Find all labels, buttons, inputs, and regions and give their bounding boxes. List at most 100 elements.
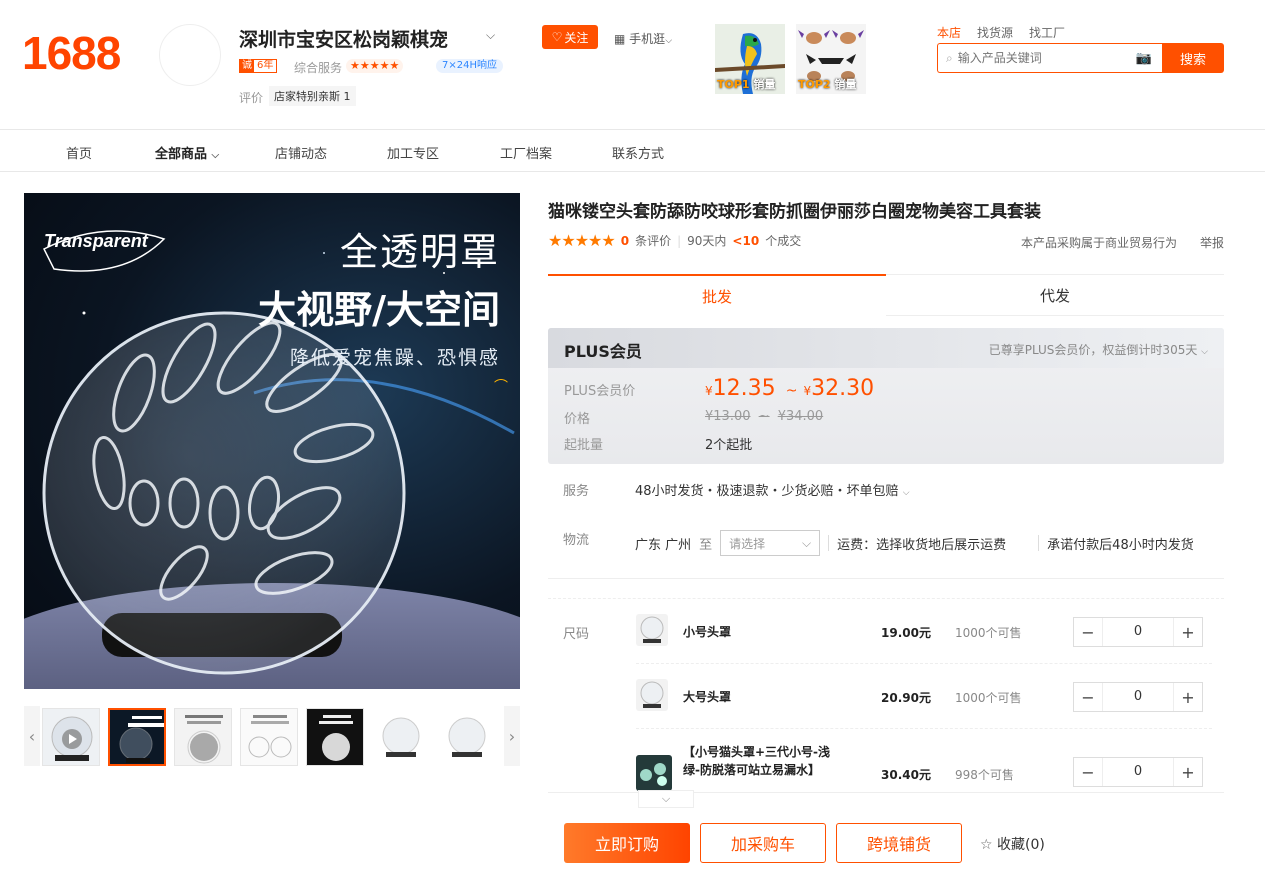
- thumbnail-6[interactable]: [372, 708, 430, 766]
- chevron-down-icon[interactable]: ⌵: [486, 28, 495, 43]
- sku-thumb[interactable]: [636, 614, 668, 646]
- thumbnail-strip: ‹ ›: [24, 706, 520, 768]
- tab-dropship[interactable]: 代发: [886, 274, 1224, 316]
- sku-thumb[interactable]: [636, 755, 672, 791]
- shop-avatar[interactable]: [159, 24, 221, 86]
- image-subheadline: 大视野/大空间: [258, 288, 500, 332]
- favorite-label: 收藏(0): [997, 837, 1045, 853]
- service-stars: ★★★★★: [346, 59, 404, 73]
- nav-processing[interactable]: 加工专区: [387, 143, 439, 162]
- sku-thumb[interactable]: [636, 679, 668, 711]
- chevron-down-icon: ⌵: [802, 535, 812, 550]
- camera-icon[interactable]: 📷: [1136, 51, 1152, 66]
- nav-all-products[interactable]: 全部商品 ⌵: [155, 143, 219, 162]
- orig-sep: ~: [758, 409, 770, 424]
- thumb-image: [175, 709, 231, 765]
- main-product-image[interactable]: ⌒ Transparent 全透明罩 大视野/大空间 降低爱宠焦躁、恐惧感: [24, 193, 520, 689]
- top2-product[interactable]: TOP2 销量: [796, 24, 866, 94]
- cross-border-button[interactable]: 跨境铺货: [836, 823, 962, 863]
- review-label[interactable]: 条评价: [635, 232, 671, 249]
- years-badge-mark: 诚: [240, 60, 254, 72]
- quantity-value[interactable]: 0: [1102, 618, 1174, 646]
- destination-select[interactable]: 请选择 ⌵: [720, 530, 821, 556]
- thumbnail-7[interactable]: [438, 708, 496, 766]
- tab-wholesale[interactable]: 批发: [548, 274, 886, 316]
- shop-years-badge: 诚 6年: [239, 59, 278, 73]
- currency-symbol: ¥: [705, 384, 713, 398]
- sku-name: 小号头罩: [683, 625, 732, 639]
- plus-button[interactable]: +: [1174, 763, 1202, 782]
- scope-find-source[interactable]: 找货源: [977, 24, 1013, 41]
- report-link[interactable]: 举报: [1200, 234, 1224, 251]
- sku-stock: 1000个可售: [955, 691, 1022, 705]
- nav-shop-news[interactable]: 店铺动态: [275, 143, 327, 162]
- shop-nav: 首页 全部商品 ⌵ 店铺动态 加工专区 工厂档案 联系方式: [0, 131, 1265, 172]
- review-count[interactable]: 0: [621, 234, 629, 248]
- service-label: 服务: [563, 484, 590, 499]
- mobile-label: 手机逛: [629, 32, 666, 46]
- sku-stock: 1000个可售: [955, 626, 1022, 640]
- shop-name[interactable]: 深圳市宝安区松岗颖棋宠: [239, 25, 448, 52]
- expand-more-button[interactable]: ⌵: [638, 790, 694, 808]
- quantity-stepper: − 0 +: [1073, 757, 1203, 787]
- quantity-value[interactable]: 0: [1102, 758, 1174, 786]
- site-logo[interactable]: 1688: [22, 26, 121, 80]
- nav-factory-profile[interactable]: 工厂档案: [500, 143, 552, 162]
- moq-label: 起批量: [564, 438, 604, 453]
- minus-button[interactable]: −: [1074, 623, 1102, 642]
- thumbnail-selected[interactable]: [108, 708, 166, 766]
- sku-image: [640, 681, 664, 708]
- grid-icon: ▦: [614, 32, 626, 46]
- scope-this-shop[interactable]: 本店: [937, 24, 961, 41]
- sku-row: 【小号猫头罩+三代小号-浅绿-防脱落可站立易漏水】 30.40元 998个可售 …: [636, 729, 1212, 793]
- add-to-cart-button[interactable]: 加采购车: [700, 823, 826, 863]
- top1-product[interactable]: TOP1 销量: [715, 24, 785, 94]
- product-title: 猫咪镂空头套防舔防咬球形套防抓圈伊丽莎白圈宠物美容工具套装: [548, 202, 1041, 222]
- quantity-stepper: − 0 +: [1073, 617, 1203, 647]
- sku-list: 小号头罩 19.00元 1000个可售 − 0 + 大号头罩 20.90元 10…: [548, 598, 1224, 793]
- sku-image: [636, 755, 672, 791]
- chevron-down-icon: ⌵: [211, 150, 220, 161]
- member-price-label: PLUS会员价: [564, 384, 636, 399]
- service-value[interactable]: 48小时发货・极速退款・少货必赔・坏单包赔 ⌵: [635, 480, 910, 499]
- chevron-down-icon: ⌵: [661, 792, 671, 805]
- deal-label: 个成交: [765, 234, 802, 248]
- thumbnail-5[interactable]: [306, 708, 364, 766]
- thumb-prev-arrow[interactable]: ‹: [24, 706, 40, 766]
- buy-now-button[interactable]: 立即订购: [564, 823, 690, 863]
- sku-image: [640, 616, 664, 643]
- image-headline: 全透明罩: [339, 230, 500, 274]
- scope-find-factory[interactable]: 找工厂: [1029, 24, 1065, 41]
- thumbnail-video[interactable]: [42, 708, 100, 766]
- follow-button[interactable]: ♡ 关注: [542, 25, 598, 49]
- plus-note[interactable]: 已尊享PLUS会员价，权益倒计时305天 ⌵: [989, 341, 1208, 358]
- plus-button[interactable]: +: [1174, 623, 1202, 642]
- nav-home[interactable]: 首页: [66, 143, 92, 162]
- plus-header: PLUS会员 已尊享PLUS会员价，权益倒计时305天 ⌵: [548, 328, 1224, 368]
- currency-symbol: ¥: [803, 384, 812, 398]
- shop-header: 1688 深圳市宝安区松岗颖棋宠 ⌵ 诚 6年 综合服务 ★★★★★ 7×24H…: [0, 0, 1265, 130]
- plus-note-text: 已尊享PLUS会员价，权益倒计时305天: [988, 343, 1198, 357]
- favorite-button[interactable]: ☆ 收藏(0): [980, 834, 1045, 854]
- thumb-image: [307, 709, 363, 765]
- rating-stars: ★★★★★: [548, 231, 616, 250]
- nav-contact[interactable]: 联系方式: [612, 143, 664, 162]
- search-button[interactable]: 搜索: [1162, 43, 1224, 73]
- eval-tag[interactable]: 店家特别亲斯 1: [269, 86, 356, 106]
- thumbnail-4[interactable]: [240, 708, 298, 766]
- minus-button[interactable]: −: [1074, 688, 1102, 707]
- purchase-mode-tabs: 批发 代发: [548, 274, 1224, 316]
- search-input[interactable]: [957, 51, 1108, 65]
- logistics-to: 至: [699, 537, 713, 553]
- price-high: 32.30: [811, 376, 875, 401]
- quantity-value[interactable]: 0: [1102, 683, 1174, 711]
- service-score-label: 综合服务: [294, 61, 343, 75]
- service-text: 48小时发货・极速退款・少货必赔・坏单包赔: [635, 484, 899, 499]
- orig-high: ¥34.00: [777, 409, 824, 424]
- thumbnail-3[interactable]: [174, 708, 232, 766]
- mobile-browse-link[interactable]: ▦ 手机逛⌵: [614, 30, 672, 47]
- logistics-row: 广东 广州 至 请选择 ⌵ 运费：选择收货地后展示运费 承诺付款后48小时内发货: [635, 530, 1194, 556]
- minus-button[interactable]: −: [1074, 763, 1102, 782]
- thumb-next-arrow[interactable]: ›: [504, 706, 520, 766]
- plus-button[interactable]: +: [1174, 688, 1202, 707]
